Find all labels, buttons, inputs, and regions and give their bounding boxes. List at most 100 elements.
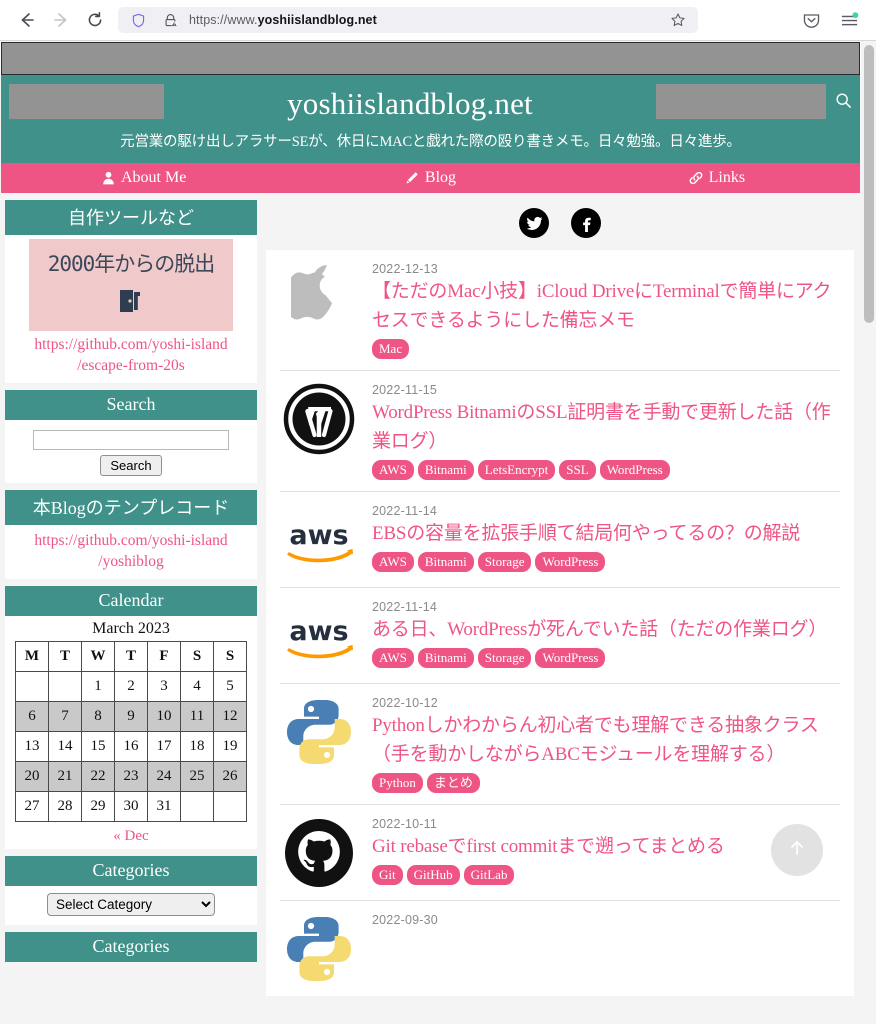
tool-link-cont[interactable]: /escape-from-20s bbox=[9, 355, 253, 376]
page-scrollbar-thumb[interactable] bbox=[864, 45, 874, 323]
post-item[interactable]: aws 2022-11-14 EBSの容量を拡張手順て結局何やってるの？の解説 AWS… bbox=[280, 492, 840, 588]
calendar-day-cell[interactable]: 6 bbox=[15, 701, 49, 732]
pocket-icon[interactable] bbox=[798, 7, 824, 33]
back-button[interactable] bbox=[10, 3, 44, 37]
post-tag[interactable]: Bitnami bbox=[417, 460, 474, 480]
lock-warning-icon[interactable] bbox=[157, 7, 183, 33]
post-tag[interactable]: AWS bbox=[372, 552, 414, 572]
post-title-link[interactable]: WordPress BitnamiのSSL証明書を手動で更新した話（作業ログ） bbox=[372, 402, 831, 452]
post-tag[interactable]: GitHub bbox=[406, 865, 460, 885]
calendar-day-cell[interactable]: 5 bbox=[213, 671, 247, 702]
post-tag[interactable]: LetsEncrypt bbox=[477, 460, 556, 480]
wordpress-logo-icon[interactable] bbox=[280, 383, 358, 455]
nav-item-blog[interactable]: Blog bbox=[287, 163, 573, 193]
post-tag[interactable]: Python bbox=[372, 773, 423, 793]
reload-button[interactable] bbox=[78, 3, 112, 37]
twitter-icon[interactable] bbox=[519, 208, 549, 238]
search-submit-button[interactable]: Search bbox=[100, 455, 162, 476]
post-tag[interactable]: SSL bbox=[559, 460, 596, 480]
post-tag[interactable]: Bitnami bbox=[417, 552, 474, 572]
post-tag[interactable]: WordPress bbox=[535, 552, 606, 572]
calendar-day-cell[interactable]: 14 bbox=[48, 731, 82, 762]
calendar-day-cell[interactable]: 28 bbox=[48, 791, 82, 822]
post-tag[interactable]: Storage bbox=[477, 552, 532, 572]
post-title-link[interactable]: EBSの容量を拡張手順て結局何やってるの？の解説 bbox=[372, 523, 800, 544]
url-text[interactable]: https://www.yoshiislandblog.net bbox=[189, 13, 659, 27]
calendar-day-cell[interactable]: 3 bbox=[147, 671, 181, 702]
calendar-day-cell[interactable]: 18 bbox=[180, 731, 214, 762]
ad-banner-right[interactable] bbox=[656, 84, 826, 119]
calendar-day-cell[interactable]: 9 bbox=[114, 701, 148, 732]
apple-logo-icon[interactable] bbox=[280, 262, 358, 334]
calendar-day-cell[interactable]: 24 bbox=[147, 761, 181, 792]
calendar-day-cell[interactable]: 12 bbox=[213, 701, 247, 732]
post-item[interactable]: 2022-11-15 WordPress BitnamiのSSL証明書を手動で更新… bbox=[280, 371, 840, 492]
template-link-cont[interactable]: /yoshiblog bbox=[9, 551, 253, 572]
calendar-day-cell[interactable]: 13 bbox=[15, 731, 49, 762]
nav-item-links[interactable]: Links bbox=[574, 163, 860, 193]
post-tag[interactable]: まとめ bbox=[426, 773, 480, 793]
post-tag[interactable]: Storage bbox=[477, 648, 532, 668]
calendar-day-cell[interactable]: 21 bbox=[48, 761, 82, 792]
calendar-day-cell[interactable]: 4 bbox=[180, 671, 214, 702]
site-title[interactable]: yoshiislandblog.net bbox=[164, 84, 656, 124]
search-input[interactable] bbox=[33, 430, 229, 450]
post-tag[interactable]: AWS bbox=[372, 460, 414, 480]
calendar-prev-link[interactable]: « Dec bbox=[113, 828, 148, 844]
calendar-day-cell[interactable]: 10 bbox=[147, 701, 181, 732]
ad-banner-top[interactable] bbox=[1, 42, 860, 75]
nav-item-about-me[interactable]: About Me bbox=[1, 163, 287, 193]
calendar-day-cell[interactable]: 11 bbox=[180, 701, 214, 732]
hamburger-menu-icon[interactable] bbox=[836, 7, 862, 33]
post-tag[interactable]: GitLab bbox=[463, 865, 515, 885]
forward-button[interactable] bbox=[44, 3, 78, 37]
calendar-day-cell[interactable]: 15 bbox=[81, 731, 115, 762]
post-item[interactable]: 2022-09-30 bbox=[280, 901, 840, 996]
calendar-day-cell[interactable]: 25 bbox=[180, 761, 214, 792]
facebook-icon[interactable] bbox=[571, 208, 601, 238]
calendar-day-cell[interactable]: 1 bbox=[81, 671, 115, 702]
calendar-day-cell[interactable]: 26 bbox=[213, 761, 247, 792]
post-tag[interactable]: WordPress bbox=[599, 460, 670, 480]
post-tag[interactable]: Mac bbox=[372, 339, 410, 359]
post-tag[interactable]: Git bbox=[372, 865, 403, 885]
calendar-day-cell[interactable]: 20 bbox=[15, 761, 49, 792]
post-title-link[interactable]: Git rebaseでfirst commitまで遡ってまとめる bbox=[372, 836, 725, 857]
post-item[interactable]: aws 2022-11-14 ある日、WordPressが死んでいた話（ただの作業ロ… bbox=[280, 588, 840, 684]
python-logo-icon[interactable] bbox=[280, 696, 358, 768]
calendar-day-cell[interactable]: 17 bbox=[147, 731, 181, 762]
category-select[interactable]: Select Category bbox=[47, 893, 215, 916]
tool-link[interactable]: https://github.com/yoshi-island bbox=[9, 331, 253, 355]
calendar-day-cell[interactable]: 19 bbox=[213, 731, 247, 762]
post-title-link[interactable]: ある日、WordPressが死んでいた話（ただの作業ログ） bbox=[372, 619, 827, 640]
calendar-day-cell[interactable]: 8 bbox=[81, 701, 115, 732]
calendar-day-cell[interactable]: 2 bbox=[114, 671, 148, 702]
post-item[interactable]: 2022-10-12 Pythonしかわからん初心者でも理解できる抽象クラス（手を… bbox=[280, 684, 840, 805]
shield-icon[interactable] bbox=[125, 7, 151, 33]
github-logo-icon[interactable] bbox=[280, 817, 358, 889]
scroll-to-top-button[interactable] bbox=[771, 824, 823, 876]
aws-logo-icon[interactable]: aws bbox=[280, 504, 358, 576]
calendar-day-cell[interactable]: 29 bbox=[81, 791, 115, 822]
post-tag[interactable]: Bitnami bbox=[417, 648, 474, 668]
address-bar[interactable]: https://www.yoshiislandblog.net bbox=[118, 7, 698, 33]
calendar-day-cell[interactable]: 7 bbox=[48, 701, 82, 732]
calendar-day-cell[interactable]: 22 bbox=[81, 761, 115, 792]
post-tag[interactable]: WordPress bbox=[535, 648, 606, 668]
calendar-day-cell[interactable]: 23 bbox=[114, 761, 148, 792]
ad-banner-left[interactable] bbox=[9, 84, 164, 119]
post-title-link[interactable]: 【ただのMac小技】iCloud DriveにTerminalで簡単にアクセスで… bbox=[372, 281, 832, 331]
post-tag[interactable]: AWS bbox=[372, 648, 414, 668]
aws-logo-icon[interactable]: aws bbox=[280, 600, 358, 672]
star-icon[interactable] bbox=[665, 7, 691, 33]
header-search-icon[interactable] bbox=[826, 84, 860, 109]
python-logo-icon[interactable] bbox=[280, 913, 358, 985]
template-link[interactable]: https://github.com/yoshi-island bbox=[9, 527, 253, 551]
calendar-day-cell[interactable]: 31 bbox=[147, 791, 181, 822]
page-scrollbar-track[interactable] bbox=[861, 41, 876, 1024]
post-item[interactable]: 2022-12-13 【ただのMac小技】iCloud DriveにTermina… bbox=[280, 250, 840, 371]
post-title-link[interactable]: Pythonしかわからん初心者でも理解できる抽象クラス（手を動かしながらABCモ… bbox=[372, 715, 819, 765]
tool-banner[interactable]: 2000年からの脱出 bbox=[29, 239, 233, 331]
calendar-day-cell[interactable]: 30 bbox=[114, 791, 148, 822]
calendar-day-cell[interactable]: 27 bbox=[15, 791, 49, 822]
